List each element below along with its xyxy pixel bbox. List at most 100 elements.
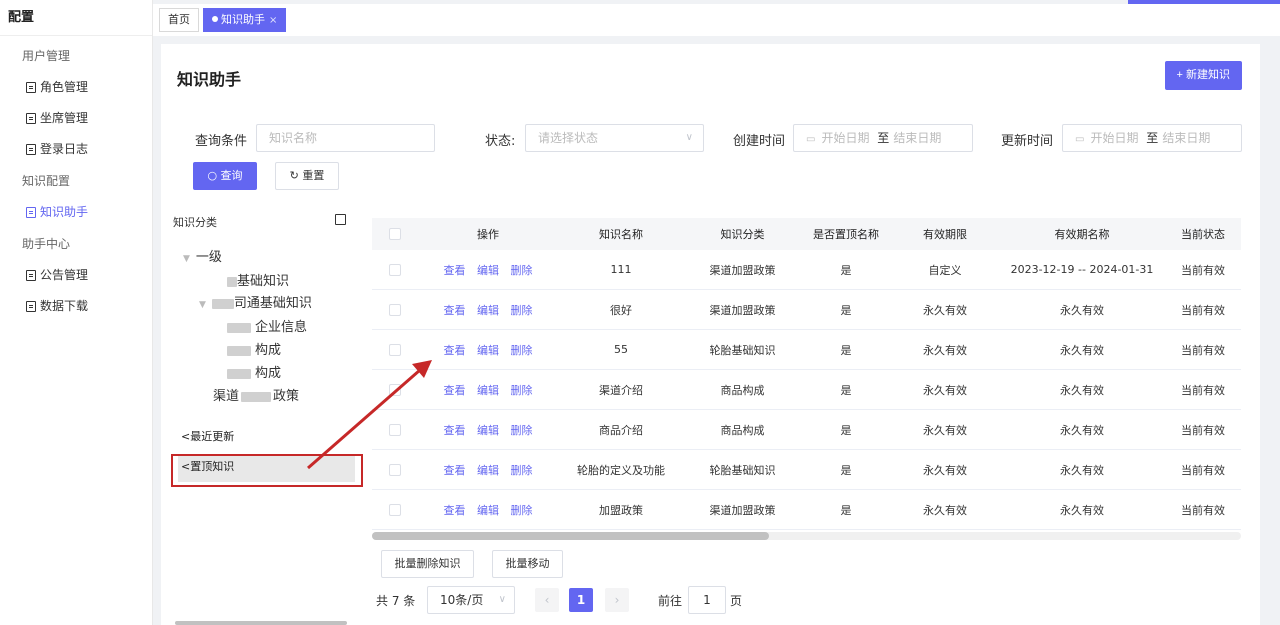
delete-link[interactable]: 删除 — [511, 304, 533, 317]
query-label: 查询条件 — [195, 134, 248, 149]
row-checkbox[interactable] — [389, 343, 401, 356]
tree-node-channel-policy[interactable]: 渠道 政策 — [213, 385, 299, 404]
start-date-placeholder: 开始日期 — [1090, 131, 1139, 145]
edit-link[interactable]: 编辑 — [477, 464, 499, 477]
row-ops: 查看 编辑 删除 — [418, 462, 558, 478]
delete-link[interactable]: 删除 — [511, 384, 533, 397]
knowledge-table: 操作 知识名称 知识分类 是否置顶名称 有效期限 有效期名称 当前状态 查看 编… — [372, 218, 1241, 530]
new-knowledge-button[interactable]: + 新建知识 — [1164, 61, 1242, 90]
reset-button[interactable]: ↻ 重置 — [275, 162, 339, 190]
view-link[interactable]: 查看 — [444, 344, 466, 357]
sidebar-item-login-log[interactable]: 登录日志 — [0, 134, 152, 165]
tree-node-company-basic[interactable]: ▼ 司通基础知识 — [199, 292, 312, 311]
delete-link[interactable]: 删除 — [511, 344, 533, 357]
status-placeholder: 请选择状态 — [538, 131, 599, 145]
row-select-cell[interactable] — [372, 303, 418, 316]
row-checkbox[interactable] — [389, 303, 401, 316]
sidebar-item-seats[interactable]: 坐席管理 — [0, 103, 152, 134]
tree-node-composition-2[interactable]: 构成 — [227, 362, 281, 381]
calendar-icon: ▭ — [806, 134, 816, 145]
row-select-cell[interactable] — [372, 503, 418, 516]
updated-date-range[interactable]: ▭ 开始日期 至结束日期 — [1062, 124, 1242, 152]
search-icon: ○ — [207, 169, 221, 182]
cell-name: 很好 — [610, 303, 632, 317]
cell-name: 轮胎的定义及功能 — [577, 463, 665, 477]
sidebar-item-data-download[interactable]: 数据下载 — [0, 291, 152, 322]
cell-period-name: 永久有效 — [1060, 503, 1104, 517]
row-select-cell[interactable] — [372, 263, 418, 276]
knowledge-name-input[interactable]: 知识名称 — [256, 124, 435, 152]
delete-link[interactable]: 删除 — [511, 504, 533, 517]
sidebar-item-announcements[interactable]: 公告管理 — [0, 260, 152, 291]
row-select-cell[interactable] — [372, 343, 418, 356]
edit-link[interactable]: 编辑 — [477, 304, 499, 317]
tab-home[interactable]: 首页 — [159, 8, 199, 32]
edit-link[interactable]: 编辑 — [477, 264, 499, 277]
cell-status: 当前有效 — [1181, 503, 1225, 517]
view-link[interactable]: 查看 — [444, 264, 466, 277]
delete-link[interactable]: 删除 — [511, 464, 533, 477]
next-page-button[interactable]: › — [605, 588, 629, 612]
row-checkbox[interactable] — [389, 503, 401, 516]
tree-node-label: 企业信息 — [255, 320, 308, 335]
view-link[interactable]: 查看 — [444, 464, 466, 477]
search-button[interactable]: ○ 查询 — [193, 162, 257, 190]
redacted-text — [227, 322, 251, 333]
edit-icon[interactable] — [335, 214, 346, 225]
close-icon[interactable]: × — [269, 15, 277, 26]
horizontal-scrollbar[interactable] — [372, 532, 1241, 540]
row-ops: 查看 编辑 删除 — [418, 302, 558, 318]
tree-node-root[interactable]: ▼ 一级 — [183, 246, 222, 265]
edit-link[interactable]: 编辑 — [477, 424, 499, 437]
status-select[interactable]: 请选择状态 ∨ — [525, 124, 704, 152]
sidebar-item-label: 坐席管理 — [40, 111, 89, 125]
edit-link[interactable]: 编辑 — [477, 504, 499, 517]
sidebar-item-label: 公告管理 — [40, 268, 89, 282]
row-select-cell[interactable] — [372, 383, 418, 396]
sidebar-item-knowledge-assistant[interactable]: 知识助手 — [0, 197, 152, 228]
tab-knowledge-assistant[interactable]: 知识助手 × — [203, 8, 287, 32]
prev-page-button[interactable]: ‹ — [535, 588, 559, 612]
cell-status: 当前有效 — [1181, 303, 1225, 317]
cell-category: 轮胎基础知识 — [709, 463, 776, 477]
tree-node-basic[interactable]: 基础知识 — [227, 270, 289, 289]
edit-link[interactable]: 编辑 — [477, 344, 499, 357]
page-button-current[interactable]: 1 — [569, 588, 593, 612]
select-all-checkbox[interactable] — [389, 228, 401, 240]
tree-node-company-info[interactable]: 企业信息 — [227, 316, 307, 335]
row-select-cell[interactable] — [372, 423, 418, 436]
goto-page-input[interactable]: 1 — [688, 586, 726, 614]
cell-period-name: 永久有效 — [1060, 463, 1104, 477]
recent-updates-link[interactable]: <最近更新 — [181, 428, 234, 444]
tree-node-label: 构成 — [255, 366, 282, 381]
view-link[interactable]: 查看 — [444, 304, 466, 317]
view-link[interactable]: 查看 — [444, 424, 466, 437]
delete-link[interactable]: 删除 — [511, 264, 533, 277]
row-checkbox[interactable] — [389, 423, 401, 436]
page-size-select[interactable]: 10条/页 ∨ — [427, 586, 515, 614]
tree-scrollbar[interactable] — [175, 621, 347, 625]
document-icon — [26, 113, 36, 124]
delete-link[interactable]: 删除 — [511, 424, 533, 437]
sidebar-item-roles[interactable]: 角色管理 — [0, 72, 152, 103]
edit-link[interactable]: 编辑 — [477, 384, 499, 397]
view-link[interactable]: 查看 — [444, 504, 466, 517]
bulk-move-button[interactable]: 批量移动 — [492, 550, 563, 578]
cell-status: 当前有效 — [1181, 383, 1225, 397]
document-icon — [26, 82, 36, 93]
select-all-cell[interactable] — [372, 228, 418, 240]
active-dot-icon — [212, 16, 218, 22]
cell-status: 当前有效 — [1181, 463, 1225, 477]
scrollbar-thumb[interactable] — [372, 532, 769, 540]
created-date-range[interactable]: ▭ 开始日期 至结束日期 — [793, 124, 973, 152]
bulk-delete-button[interactable]: 批量删除知识 — [381, 550, 474, 578]
row-select-cell[interactable] — [372, 463, 418, 476]
view-link[interactable]: 查看 — [444, 384, 466, 397]
cell-category: 渠道加盟政策 — [709, 263, 776, 277]
row-checkbox[interactable] — [389, 463, 401, 476]
search-button-label: 查询 — [220, 169, 243, 182]
row-checkbox[interactable] — [389, 383, 401, 396]
row-checkbox[interactable] — [389, 263, 401, 276]
tree-node-composition-1[interactable]: 构成 — [227, 339, 281, 358]
cell-period-name: 永久有效 — [1060, 383, 1104, 397]
